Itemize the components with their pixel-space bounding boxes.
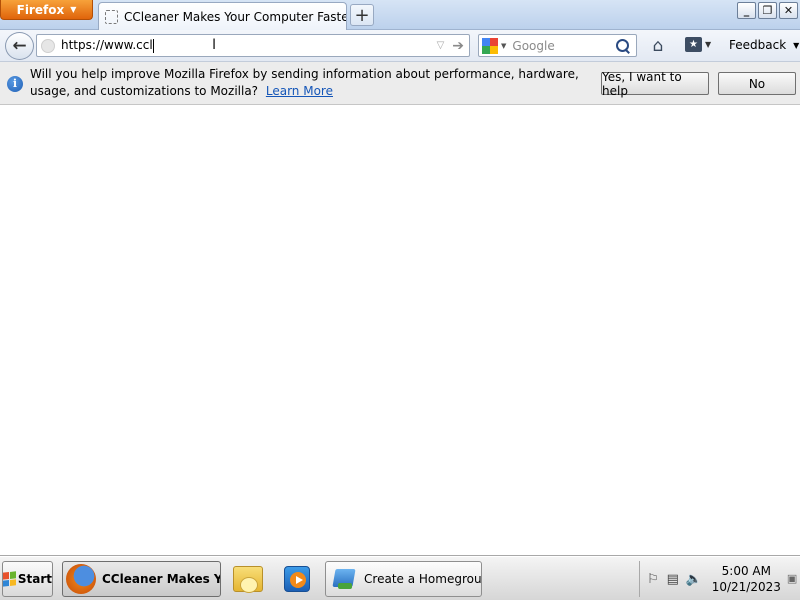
- taskbar-item-media-player[interactable]: [273, 561, 321, 597]
- google-engine-icon[interactable]: [482, 37, 498, 54]
- page-favicon-icon: [105, 9, 118, 24]
- go-arrow-icon[interactable]: ➔: [452, 38, 464, 54]
- info-icon: i: [7, 76, 23, 92]
- notification-message: Will you help improve Mozilla Firefox by…: [30, 66, 590, 100]
- learn-more-link[interactable]: Learn More: [266, 84, 333, 98]
- firefox-menu-label: Firefox: [16, 2, 65, 17]
- restore-icon: ❐: [762, 4, 773, 17]
- minimize-button[interactable]: _: [737, 2, 756, 19]
- back-button[interactable]: ←: [5, 32, 34, 60]
- tab-title: CCleaner Makes Your Computer Faster ...: [124, 9, 346, 24]
- tab-strip: Firefox ▼ CCleaner Makes Your Computer F…: [0, 0, 800, 30]
- taskbar-item-label: CCleaner Makes Yo...: [102, 572, 220, 586]
- text-cursor: [152, 38, 154, 53]
- url-bar[interactable]: https://www.ccl ▽ ➔: [36, 34, 470, 57]
- search-bar[interactable]: ▼ Google: [478, 34, 637, 57]
- url-text: https://www.ccl: [61, 38, 153, 53]
- close-button[interactable]: ✕: [779, 2, 798, 19]
- taskbar-item-homegroup[interactable]: Create a Homegroup: [325, 561, 482, 597]
- home-button[interactable]: ⌂: [648, 36, 668, 56]
- engine-dropdown-icon[interactable]: ▼: [501, 42, 506, 50]
- url-history-dropdown-icon[interactable]: ▽: [437, 40, 445, 51]
- start-label: Start: [17, 572, 52, 586]
- ibeam-cursor-icon: I: [212, 37, 217, 53]
- homegroup-icon: [330, 565, 358, 593]
- taskbar: Start CCleaner Makes Yo... Create a Home…: [0, 556, 800, 600]
- feedback-label: Feedback: [729, 38, 787, 52]
- clock[interactable]: 5:00 AM 10/21/2023: [712, 563, 781, 595]
- window-controls: _ ❐ ✕: [737, 2, 798, 19]
- network-icon[interactable]: ▤: [666, 571, 680, 587]
- close-icon: ✕: [783, 4, 794, 17]
- action-center-flag-icon[interactable]: ⚐: [646, 571, 660, 587]
- no-button[interactable]: No: [718, 72, 796, 95]
- chevron-down-icon: ▼: [705, 40, 712, 49]
- taskbar-item-label: Create a Homegroup: [364, 572, 481, 586]
- telemetry-notification-bar: i Will you help improve Mozilla Firefox …: [0, 62, 800, 105]
- site-identity-icon[interactable]: [41, 38, 55, 53]
- page-content-area[interactable]: [0, 105, 800, 556]
- system-tray: ⚐ ▤ 🔈 5:00 AM 10/21/2023 ▣: [639, 561, 799, 597]
- back-arrow-icon: ←: [12, 36, 27, 56]
- taskbar-item-firefox[interactable]: CCleaner Makes Yo...: [62, 561, 221, 597]
- chevron-down-icon: ▼: [70, 5, 77, 14]
- navigation-toolbar: ← https://www.ccl ▽ ➔ I ▼ Google ⌂ ★ ▼ F…: [0, 30, 800, 62]
- restore-button[interactable]: ❐: [758, 2, 777, 19]
- bookmarks-star-icon: ★: [685, 37, 702, 52]
- tab-ccleaner[interactable]: CCleaner Makes Your Computer Faster ...: [98, 2, 347, 30]
- new-tab-button[interactable]: +: [350, 4, 374, 26]
- yes-help-button[interactable]: Yes, I want to help: [601, 70, 709, 98]
- home-icon: ⌂: [652, 36, 664, 56]
- volume-muted-icon[interactable]: 🔈: [686, 571, 702, 587]
- start-button[interactable]: Start: [2, 561, 53, 597]
- firefox-icon: [66, 564, 96, 594]
- clock-date: 10/21/2023: [711, 580, 781, 594]
- firefox-menu-button[interactable]: Firefox ▼: [0, 0, 93, 20]
- windows-logo-icon: [3, 571, 16, 587]
- show-desktop-icon[interactable]: ▣: [787, 572, 799, 586]
- chevron-down-icon: ▼: [793, 40, 800, 50]
- search-input[interactable]: Google: [512, 39, 615, 53]
- bookmarks-button[interactable]: ★ ▼: [685, 37, 711, 52]
- url-input[interactable]: https://www.ccl: [61, 38, 437, 53]
- feedback-button[interactable]: Feedback ▼: [729, 38, 799, 52]
- folder-icon: [233, 566, 263, 593]
- taskbar-item-explorer[interactable]: [224, 561, 270, 597]
- search-icon[interactable]: [615, 38, 631, 54]
- media-player-icon: [284, 566, 310, 592]
- clock-time: 5:00 AM: [721, 564, 771, 578]
- minimize-icon: _: [743, 4, 750, 17]
